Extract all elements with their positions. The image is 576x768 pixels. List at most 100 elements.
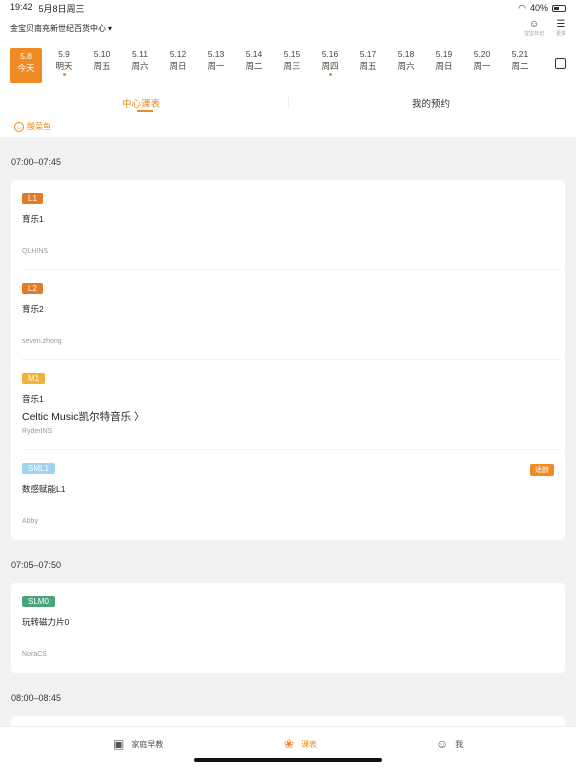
calendar-icon[interactable]: [555, 58, 566, 69]
date-day: 5.15: [283, 49, 301, 59]
child-avatar-icon: ◡: [14, 121, 24, 132]
class-row[interactable]: L1 育乐1 QLHINS: [11, 180, 565, 270]
status-date: 5月8日周三: [38, 3, 85, 14]
class-level-badge: SLM0: [22, 596, 55, 607]
teacher-name: QLHINS: [22, 248, 49, 255]
class-level-badge: SML1: [22, 463, 55, 474]
class-list[interactable]: 07:00–07:45 L1 育乐1 QLHINS L2 育乐2 seven.zhong M1…: [0, 137, 576, 726]
date-day: 5.12: [169, 49, 187, 59]
date-weekday: 今天: [17, 63, 35, 73]
date-day: 5.16: [321, 49, 339, 59]
class-card-group: L1 育乐1 QLHINS L2 育乐2 seven.zhong M1 音乐1 Celtic M…: [11, 180, 565, 540]
date-item[interactable]: 5.14 周二: [238, 48, 270, 84]
child-filter[interactable]: ◡ 酸菜鱼: [0, 116, 576, 137]
date-item[interactable]: 5.13 周一: [200, 48, 232, 84]
tab-center-schedule[interactable]: 中心课表: [122, 96, 160, 110]
date-item[interactable]: 5.16 周四: [314, 48, 346, 84]
list-icon: ☰: [556, 18, 566, 30]
has-class-dot: [328, 73, 332, 76]
date-item[interactable]: 5.12 周日: [162, 48, 194, 84]
date-weekday: 明天: [55, 61, 73, 71]
store-selector[interactable]: 金宝贝南充新世纪百货中心 ▾: [10, 23, 112, 34]
class-row[interactable]: SML1 数感赋能L1 Abby 适龄: [11, 450, 565, 540]
more-button[interactable]: ☰ 更多: [555, 18, 566, 37]
date-item[interactable]: 5.9 明天: [48, 48, 80, 84]
smile-icon: ☺: [436, 737, 449, 751]
home-indicator: [194, 758, 382, 762]
wifi-icon: ◠: [518, 2, 526, 13]
date-day: 5.9: [58, 49, 70, 59]
class-row[interactable]: SLM0 玩转磁力片0 NoraCS: [11, 583, 565, 673]
date-day: 5.13: [207, 49, 225, 59]
date-weekday: 周一: [473, 61, 491, 71]
schedule-tabs: 中心课表 我的预约: [0, 88, 576, 116]
date-strip: 5.8 今天 5.9 明天 5.10 周五 5.11 周六 5.12 周日 5.13 周一 5.14 周二…: [0, 40, 576, 88]
time-slot-label: 07:00–07:45: [11, 157, 62, 167]
class-level-badge: L1: [22, 193, 43, 204]
class-level-badge: L2: [22, 283, 43, 294]
nav-me[interactable]: ☺ 我: [436, 737, 463, 751]
date-day: 5.20: [473, 49, 491, 59]
teacher-name: NoraCS: [22, 651, 47, 658]
date-day: 5.11: [132, 49, 148, 59]
more-label: 更多: [555, 30, 566, 37]
dropdown-caret-icon: ▾: [108, 23, 113, 33]
class-name: 育乐1: [22, 214, 44, 224]
teacher-name: Abby: [22, 518, 38, 525]
class-theme-link[interactable]: Celtic Music凯尔特音乐 〉: [22, 409, 145, 424]
nav-early-label: 家庭早教: [131, 739, 164, 749]
date-item[interactable]: 5.8 今天: [10, 48, 42, 83]
class-name: 音乐1: [22, 394, 44, 404]
date-weekday: 周五: [93, 61, 111, 71]
date-item[interactable]: 5.17 周五: [352, 48, 384, 84]
date-day: 5.8: [20, 51, 32, 61]
nav-schedule-label: 课表: [301, 739, 318, 749]
tab-underline: [137, 110, 153, 112]
date-weekday: 周二: [511, 61, 529, 71]
header: 金宝贝南充新世纪百货中心 ▾ ☺ 宝宝日记 ☰ 更多: [0, 16, 576, 40]
tab-my-bookings[interactable]: 我的预约: [412, 96, 450, 110]
date-item[interactable]: 5.21 周二: [504, 48, 536, 84]
class-card-group: SLM0 玩转磁力片0 NoraCS: [11, 583, 565, 673]
class-name: 育乐2: [22, 304, 44, 314]
class-name: 数感赋能L1: [22, 484, 66, 494]
date-weekday: 周四: [321, 61, 339, 71]
class-level-badge: M1: [22, 373, 46, 384]
store-name: 金宝贝南充新世纪百货中心: [10, 23, 106, 33]
teacher-name: seven.zhong: [22, 338, 62, 345]
nav-schedule[interactable]: ❀ 课表: [284, 737, 317, 751]
book-icon: ▣: [113, 737, 125, 751]
time-slot-label: 07:05–07:50: [11, 560, 62, 570]
date-weekday: 周五: [359, 61, 377, 71]
class-row[interactable]: L2 育乐2 seven.zhong: [11, 270, 565, 360]
date-weekday: 周日: [169, 61, 187, 71]
date-item[interactable]: 5.18 周六: [390, 48, 422, 84]
time-slot-label: 08:00–08:45: [11, 693, 62, 703]
date-day: 5.14: [245, 49, 263, 59]
teacher-name: RyderINS: [22, 428, 53, 435]
date-weekday: 周日: [435, 61, 453, 71]
baby-diary-button[interactable]: ☺ 宝宝日记: [523, 19, 544, 37]
tab-divider: [288, 96, 289, 108]
date-item[interactable]: 5.15 周三: [276, 48, 308, 84]
status-time: 19:42: [10, 1, 33, 12]
nav-me-label: 我: [455, 739, 464, 749]
date-weekday: 周二: [245, 61, 263, 71]
nav-early-education[interactable]: ▣ 家庭早教: [113, 737, 163, 751]
date-item[interactable]: 5.11 周六: [124, 48, 156, 84]
battery-icon: [552, 4, 566, 12]
date-day: 5.10: [93, 49, 111, 59]
date-item[interactable]: 5.19 周日: [428, 48, 460, 84]
date-item[interactable]: 5.10 周五: [86, 48, 118, 84]
date-weekday: 周六: [397, 61, 415, 71]
date-day: 5.21: [511, 49, 529, 59]
date-day: 5.17: [359, 49, 377, 59]
battery-percent: 40%: [529, 3, 548, 13]
baby-diary-label: 宝宝日记: [523, 30, 544, 37]
age-fit-tag: 适龄: [530, 464, 554, 476]
date-item[interactable]: 5.20 周一: [466, 48, 498, 84]
class-card-group: [11, 716, 565, 726]
date-weekday: 周三: [283, 61, 301, 71]
class-row[interactable]: M1 音乐1 Celtic Music凯尔特音乐 〉 RyderINS: [11, 360, 565, 450]
date-day: 5.19: [435, 49, 453, 59]
